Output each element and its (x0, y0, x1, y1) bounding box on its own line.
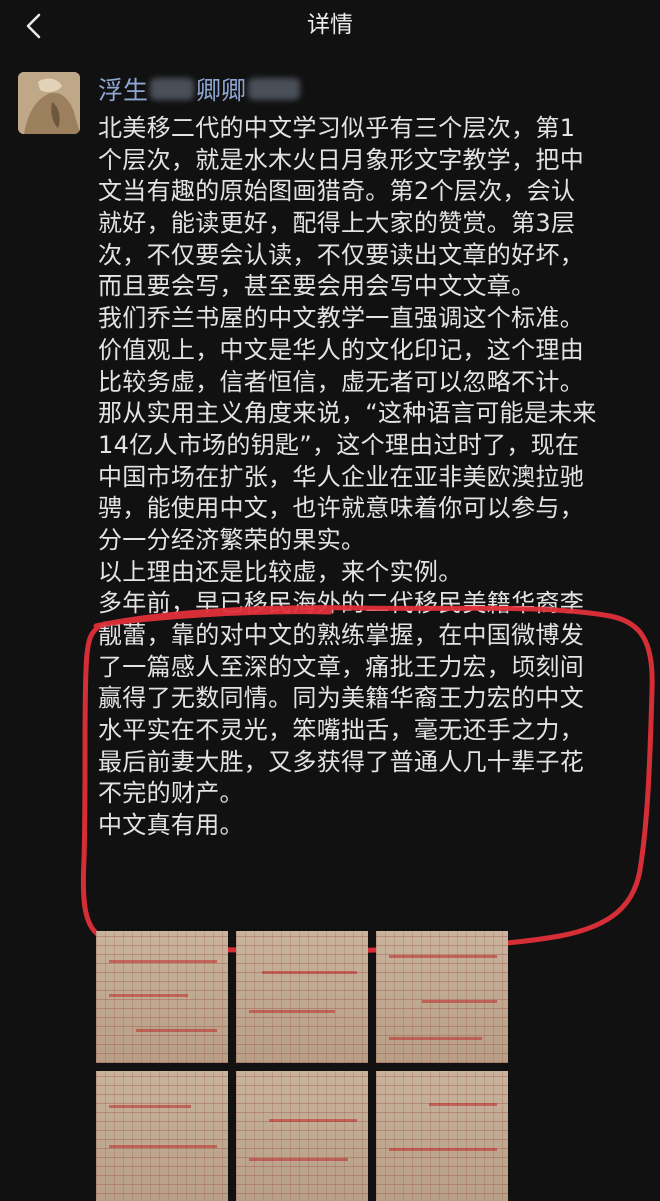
post-line: 以上理由还是比较虚，来个实例。 (98, 557, 463, 586)
post-line: 个层次，就是水木火日月象形文字教学，把中 (98, 145, 584, 174)
post-line: 中国市场在扩张，华人企业在亚非美欧澳拉驰 (98, 462, 584, 491)
author-name[interactable]: 浮生 卿卿 (98, 72, 302, 106)
photo-thumbnail[interactable] (376, 1071, 508, 1201)
post-line: 最后前妻大胜，又多获得了普通人几十辈子花 (98, 747, 584, 776)
post-line: 多年前，早已移民海外的二代移民美籍华裔李 (98, 589, 584, 618)
author-name-part: 浮生 (98, 76, 149, 105)
avatar-image (18, 72, 80, 134)
post-line: 北美移二代的中文学习似乎有三个层次，第1 (98, 114, 576, 142)
post-line: 14亿人市场的钥匙”，这个理由过时了，现在 (98, 430, 580, 459)
page-title: 详情 (307, 12, 353, 38)
photo-thumbnail[interactable] (96, 931, 228, 1063)
avatar[interactable] (18, 72, 80, 134)
author-name-part: 卿卿 (196, 76, 247, 105)
photo-thumbnail[interactable] (96, 1071, 228, 1201)
post-line: 赢得了无数同情。同为美籍华裔王力宏的中文 (98, 684, 584, 713)
post-line: 那从实用主义角度来说，“这种语言可能是未来 (98, 399, 597, 428)
post-line: 水平实在不灵光，笨嘴拙舌，毫无还手之力， (98, 716, 584, 745)
post-line: 比较务虚，信者恒信，虚无者可以忽略不计。 (98, 367, 584, 396)
blurred-name-segment (248, 78, 301, 100)
post-line: 中文真有用。 (98, 811, 244, 840)
post-line: 而且要会写，甚至要会用会写中文文章。 (98, 272, 536, 301)
post-line: 次，不仅要会认读，不仅要读出文章的好坏， (98, 240, 584, 269)
photo-thumbnail[interactable] (376, 931, 508, 1063)
post-body: 北美移二代的中文学习似乎有三个层次，第1 个层次，就是水木火日月象形文字教学，把… (98, 113, 638, 842)
post-line: 文当有趣的原始图画猎奇。第2个层次，会认 (98, 177, 576, 206)
post-line: 靓蕾，靠的对中文的熟练掌握，在中国微博发 (98, 621, 584, 649)
post-line: 了一篇感人至深的文章，痛批王力宏，顷刻间 (98, 652, 584, 681)
post-line: 不完的财产。 (98, 779, 244, 808)
photo-thumbnail[interactable] (236, 931, 368, 1063)
post-line: 就好，能读更好，配得上大家的赞赏。第3层 (98, 209, 576, 238)
post-line: 价值观上，中文是华人的文化印记，这个理由 (98, 335, 584, 364)
top-bar: 详情 (0, 0, 660, 50)
post-line: 分一分经济繁荣的果实。 (98, 525, 366, 554)
post-line: 骋，能使用中文，也许就意味着你可以参与， (98, 494, 584, 523)
blurred-name-segment (150, 78, 195, 100)
photo-thumbnail[interactable] (236, 1071, 368, 1201)
post-line: 我们乔兰书屋的中文教学一直强调这个标准。 (98, 304, 584, 333)
